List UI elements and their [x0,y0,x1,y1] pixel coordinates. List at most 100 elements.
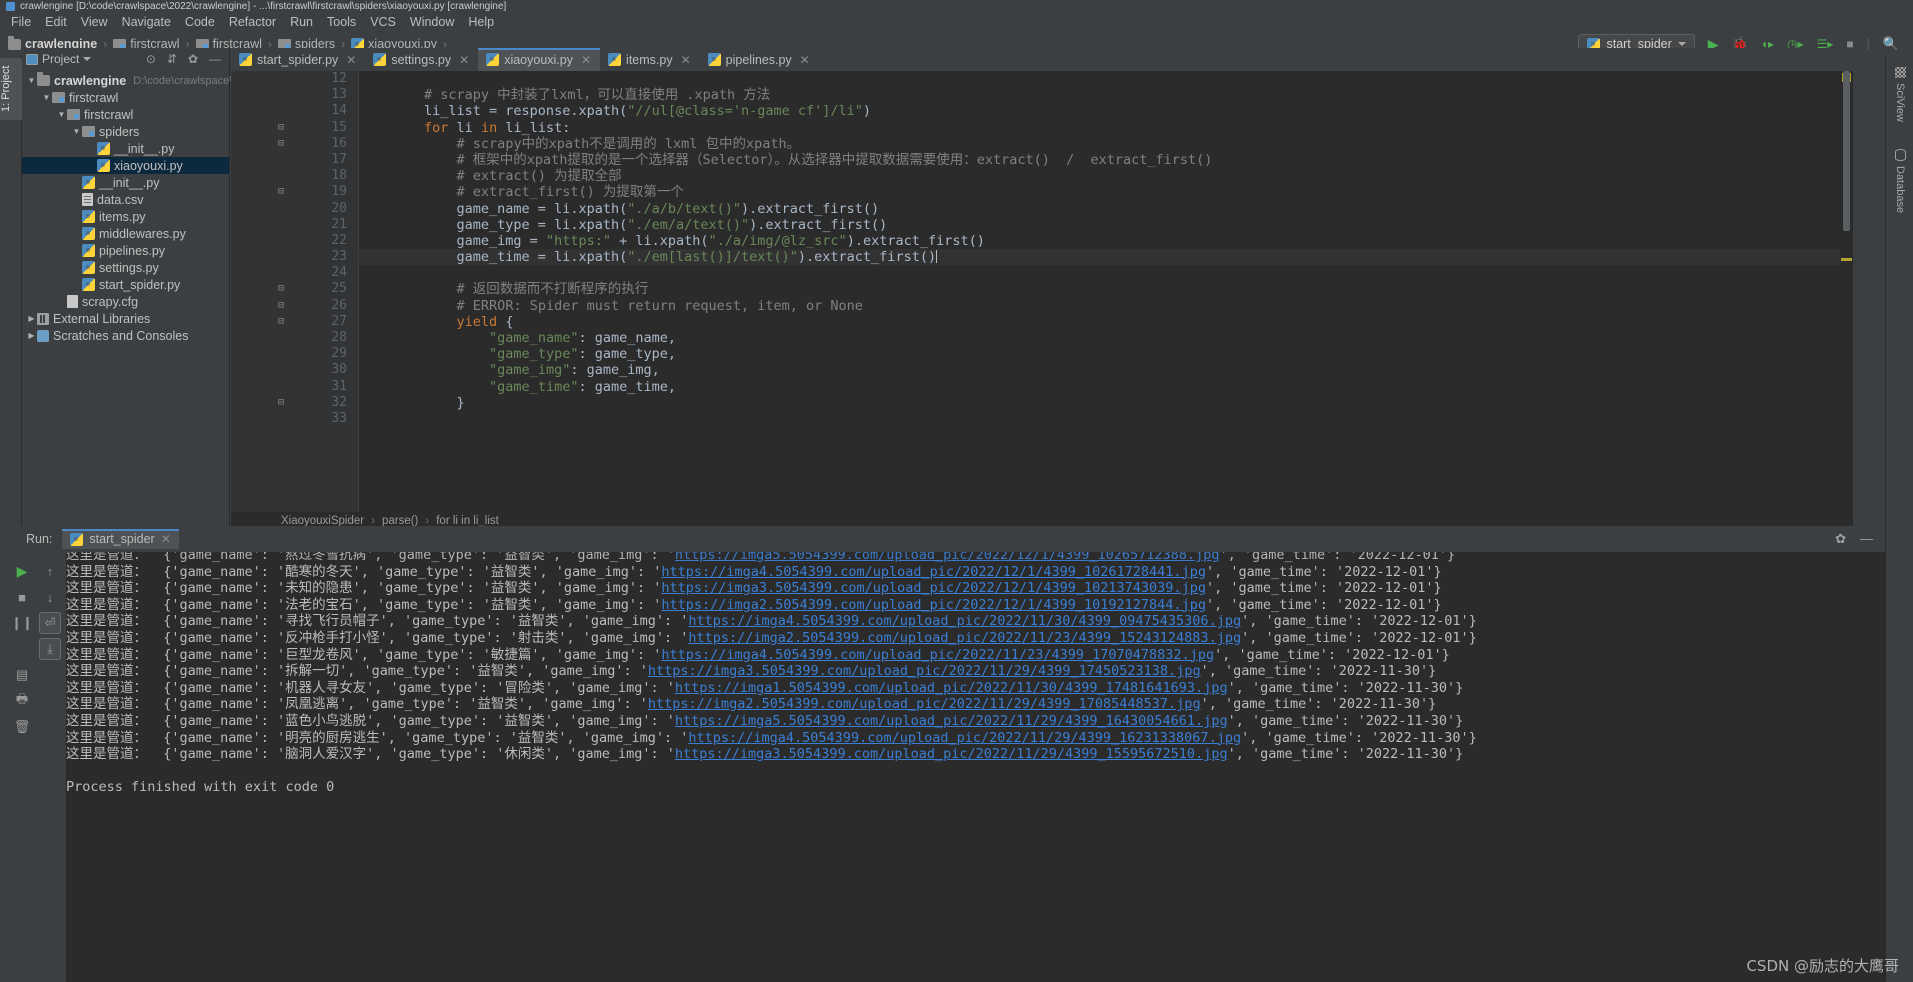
tree-item-spiders[interactable]: ▼ spiders [22,123,229,140]
sidebar-tab-database[interactable]: Database [1886,144,1913,218]
chevron-down-icon[interactable]: ▼ [71,127,82,136]
tree-item-crawlengine[interactable]: ▼ crawlengine D:\code\crawlspace\2022 [22,72,257,89]
console-image-url-link[interactable]: https://imga2.5054399.com/upload_pic/202… [661,597,1206,613]
collapse-icon[interactable]: ⊙ [146,53,156,65]
scroll-to-end-button[interactable]: ⤓ [39,638,61,660]
chevron-down-icon[interactable]: ▼ [26,76,37,85]
fold-marker-icon[interactable]: ⊟ [278,136,284,152]
menu-code[interactable]: Code [178,13,222,31]
menu-file[interactable]: File [4,13,38,31]
tree-item-scratches-and-consoles[interactable]: ▶ Scratches and Consoles [22,327,229,344]
fold-marker-icon[interactable]: ⊟ [278,184,284,200]
console-image-url-link[interactable]: https://imga2.5054399.com/upload_pic/202… [648,696,1201,712]
console-image-url-link[interactable]: https://imga3.5054399.com/upload_pic/202… [648,663,1201,679]
editor-tab-start-spider-py[interactable]: start_spider.py ✕ [231,48,365,71]
code-line: # 框架中的xpath提取的是一个选择器（Selector）。从选择器中提取数据… [456,151,1213,168]
close-icon[interactable]: ✕ [681,53,691,67]
console-image-url-link[interactable]: https://imga4.5054399.com/upload_pic/202… [661,564,1206,580]
tree-item-items-py[interactable]: items.py [22,208,229,225]
menu-view[interactable]: View [74,13,115,31]
run-console-output[interactable]: 这里是管道： {'game_name': '熬过冬雪抗病', 'game_typ… [66,552,1885,982]
close-icon[interactable]: ✕ [581,53,591,67]
pause-button[interactable]: ❙❙ [11,612,33,634]
fold-marker-icon[interactable]: ⊟ [278,120,284,136]
close-icon[interactable]: ✕ [800,53,810,67]
editor-tab-pipelines-py[interactable]: pipelines.py ✕ [700,48,819,71]
chevron-down-icon[interactable]: ▼ [56,110,67,119]
tree-item-pipelines-py[interactable]: pipelines.py [22,242,229,259]
chevron-down-icon[interactable]: ▼ [41,93,52,102]
project-title-group[interactable]: Project [26,52,92,66]
menu-navigate[interactable]: Navigate [115,13,178,31]
fold-marker-icon[interactable]: ⊟ [278,314,284,330]
tree-item-scrapy-cfg[interactable]: scrapy.cfg [22,293,229,310]
tree-item-firstcrawl[interactable]: ▼ firstcrawl [22,89,229,106]
menu-run[interactable]: Run [283,13,320,31]
chevron-right-icon[interactable]: ▶ [26,331,37,340]
editor-code-area[interactable]: # scrapy 中封装了lxml，可以直接使用 .xpath 方法 li_li… [359,71,1853,526]
hide-icon[interactable]: — [209,53,221,65]
console-image-url-link[interactable]: https://imga3.5054399.com/upload_pic/202… [675,746,1228,762]
tree-item-xiaoyouxi-py[interactable]: xiaoyouxi.py [22,157,229,174]
console-image-url-link[interactable]: https://imga5.5054399.com/upload_pic/202… [675,713,1228,729]
editor-marker-bar[interactable] [1840,71,1853,526]
layout-icon[interactable]: ▤ [11,664,33,686]
tree-item-start-spider-py[interactable]: start_spider.py [22,276,229,293]
menu-help[interactable]: Help [461,13,501,31]
scroll-down-button[interactable]: ↓ [39,586,61,608]
run-tab-label: start_spider [89,532,155,546]
close-icon[interactable]: ✕ [161,532,171,546]
right-tool-window-strip: SciView Database [1885,56,1913,982]
console-image-url-link[interactable]: https://imga4.5054399.com/upload_pic/202… [688,730,1241,746]
fold-marker-icon[interactable]: ⊟ [278,395,284,411]
tree-item-data-csv[interactable]: data.csv [22,191,229,208]
soft-wrap-button[interactable]: ⏎ [39,612,61,634]
scroll-up-button[interactable]: ↑ [39,560,61,582]
tree-item-middlewares-py[interactable]: middlewares.py [22,225,229,242]
editor-tab-settings-py[interactable]: settings.py ✕ [365,48,478,71]
search-everywhere-icon[interactable]: 🔍 [1883,36,1899,52]
chevron-right-icon[interactable]: ▶ [26,314,37,323]
console-image-url-link[interactable]: https://imga5.5054399.com/upload_pic/202… [675,552,1220,563]
minimize-icon[interactable]: — [1860,531,1873,547]
sidebar-tab-project[interactable]: 1: Project [0,58,22,120]
settings-icon[interactable]: ✿ [188,53,198,65]
gutter-line-number: 25 ⊟ [278,281,347,297]
editor-scrollbar-thumb[interactable] [1843,71,1850,231]
code-editor[interactable]: 12 13 14 15 ⊟ 16 ⊟ 17 18 19 ⊟ 20 21 22 23 24 25 ⊟ 26 ⊟ 27 ⊟ 28… [231,71,1853,526]
menu-edit[interactable]: Edit [38,13,74,31]
console-image-url-link[interactable]: https://imga4.5054399.com/upload_pic/202… [661,647,1214,663]
python-file-icon [82,210,95,223]
console-line: 这里是管道： {'game_name': '未知的隐患', 'game_type… [66,580,1442,597]
flatten-icon[interactable]: ⇵ [167,53,177,65]
print-button[interactable]: 🖶 [11,690,33,712]
stop-button[interactable]: ■ [11,586,33,608]
console-image-url-link[interactable]: https://imga2.5054399.com/upload_pic/202… [688,630,1241,646]
menu-refactor[interactable]: Refactor [222,13,283,31]
console-image-url-link[interactable]: https://imga3.5054399.com/upload_pic/202… [661,580,1206,596]
close-icon[interactable]: ✕ [459,53,469,67]
console-image-url-link[interactable]: https://imga1.5054399.com/upload_pic/202… [675,680,1228,696]
close-icon[interactable]: ✕ [346,53,356,67]
tree-item-firstcrawl[interactable]: ▼ firstcrawl [22,106,229,123]
menu-vcs[interactable]: VCS [363,13,403,31]
rerun-button[interactable]: ▶ [11,560,33,582]
console-line-prefix: 这里是管道： [66,663,147,680]
tree-item--init-py[interactable]: __init__.py [22,140,229,157]
clear-all-button[interactable]: 🗑 [11,716,33,738]
editor-tab-items-py[interactable]: items.py ✕ [600,48,700,71]
settings-icon[interactable]: ✿ [1835,531,1846,547]
console-image-url-link[interactable]: https://imga4.5054399.com/upload_pic/202… [688,613,1241,629]
fold-marker-icon[interactable]: ⊟ [278,298,284,314]
project-panel-header: Project ⊙ ⇵ ✿ — [22,48,229,70]
run-tab-start-spider[interactable]: start_spider ✕ [62,529,180,549]
fold-marker-icon[interactable]: ⊟ [278,281,284,297]
menu-tools[interactable]: Tools [320,13,363,31]
sidebar-tab-sciview[interactable]: SciView [1886,62,1913,127]
tree-item-external-libraries[interactable]: ▶ External Libraries [22,310,229,327]
editor-tab-xiaoyouxi-py[interactable]: xiaoyouxi.py ✕ [478,48,601,71]
tree-item--init-py[interactable]: __init__.py [22,174,229,191]
tree-item-settings-py[interactable]: settings.py [22,259,229,276]
menu-window[interactable]: Window [403,13,461,31]
